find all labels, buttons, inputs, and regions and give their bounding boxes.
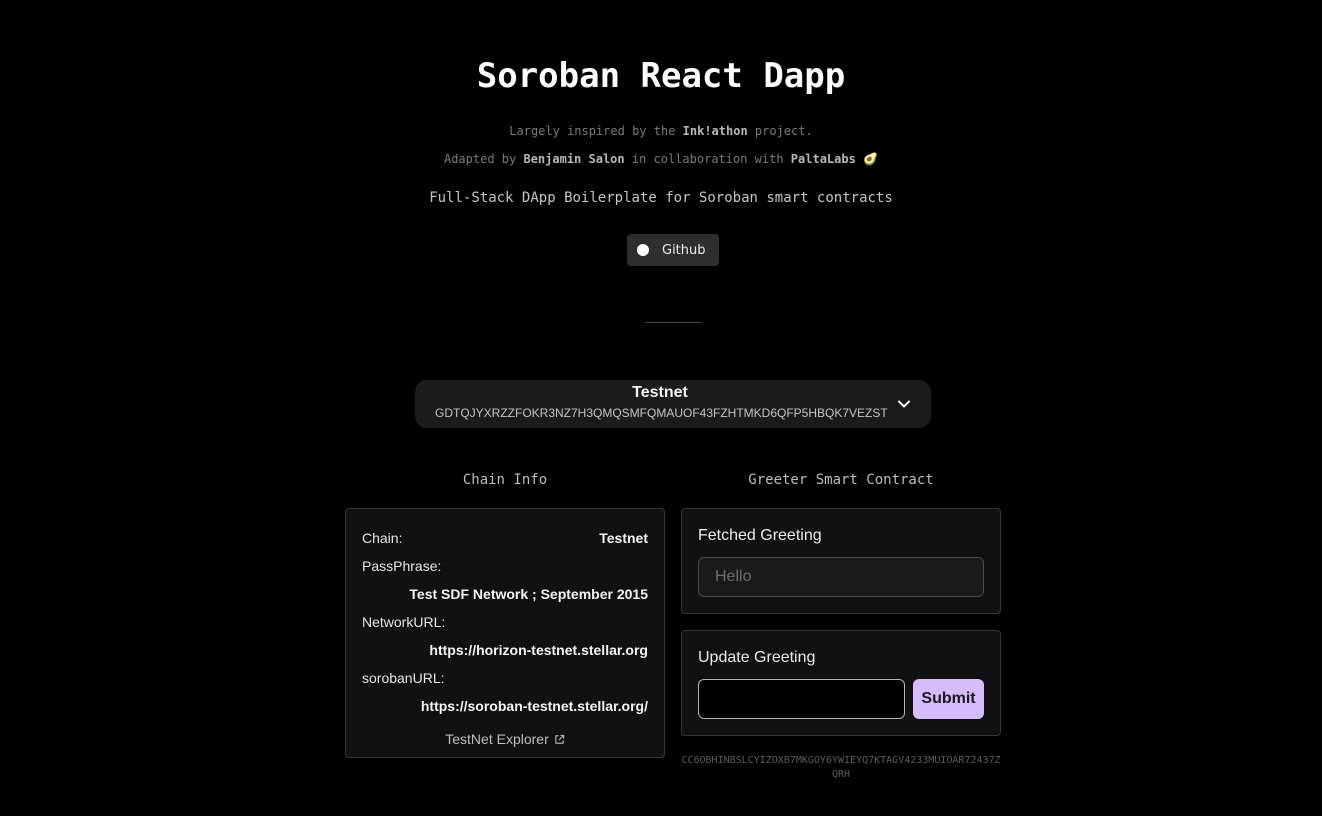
author-credit: Adapted by Benjamin Salon in collaborati… (0, 152, 1322, 166)
chevron-down-icon[interactable] (895, 395, 913, 413)
passphrase-label: PassPhrase: (362, 558, 442, 574)
inspiration-credit: Largely inspired by the Ink!athon projec… (0, 124, 1322, 138)
github-label: Github (662, 242, 706, 258)
github-button[interactable]: Github (627, 234, 719, 266)
chain-label: Chain: (362, 530, 403, 546)
greeter-title: Greeter Smart Contract (748, 472, 934, 488)
account-network: Testnet (632, 384, 688, 401)
page: Soroban React Dapp Largely inspired by t… (0, 0, 1322, 816)
explorer-label: TestNet Explorer (445, 731, 549, 747)
network-url-label: NetworkURL: (362, 614, 446, 630)
network-url-value: https://horizon-testnet.stellar.org (429, 642, 648, 658)
soroban-url-value: https://soroban-testnet.stellar.org/ (420, 698, 648, 714)
submit-button[interactable]: Submit (913, 679, 984, 719)
testnet-explorer-link[interactable]: TestNet Explorer (346, 731, 664, 747)
inkathon-link[interactable]: Ink!athon (683, 124, 748, 138)
divider (645, 322, 701, 323)
chain-value: Testnet (599, 530, 648, 546)
account-address: GDTQJYXRZZFOKR3NZ7H3QMQSMFQMAUOF43FZHTMK… (435, 406, 888, 420)
update-greeting-card: Update Greeting Submit (681, 630, 1001, 736)
update-greeting-label: Update Greeting (698, 649, 816, 666)
tagline: Full-Stack DApp Boilerplate for Soroban … (429, 190, 893, 206)
contract-id: CC6OBHINBSLCYIZOXB7MKGOY6YWIEYQ7KTAGV423… (681, 755, 1001, 780)
external-link-icon (555, 734, 564, 744)
fetched-greeting-label: Fetched Greeting (698, 527, 822, 544)
passphrase-value: Test SDF Network ; September 2015 (409, 586, 648, 602)
fetched-greeting-card: Fetched Greeting (681, 508, 1001, 614)
fetched-greeting-field[interactable] (698, 557, 984, 597)
github-icon (637, 244, 649, 256)
author-prefix: Adapted by (443, 152, 524, 166)
account-selector[interactable]: Testnet GDTQJYXRZZFOKR3NZ7H3QMQSMFQMAUOF… (415, 380, 931, 428)
avocado-emoji: 🥑 (863, 152, 879, 166)
soroban-url-label: sorobanURL: (362, 670, 445, 686)
page-title: Soroban React Dapp (476, 56, 846, 96)
chain-info-title: Chain Info (462, 472, 548, 488)
paltalabs-link[interactable]: PaltaLabs (791, 152, 856, 166)
inspiration-suffix: project. (747, 124, 813, 138)
collaboration-text: in collaboration with (624, 152, 791, 166)
chain-info-card: Chain: Testnet PassPhrase: Test SDF Netw… (345, 508, 665, 758)
author-link[interactable]: Benjamin Salon (523, 152, 624, 166)
new-greeting-input[interactable] (698, 679, 905, 719)
inspiration-prefix: Largely inspired by the (509, 124, 683, 138)
